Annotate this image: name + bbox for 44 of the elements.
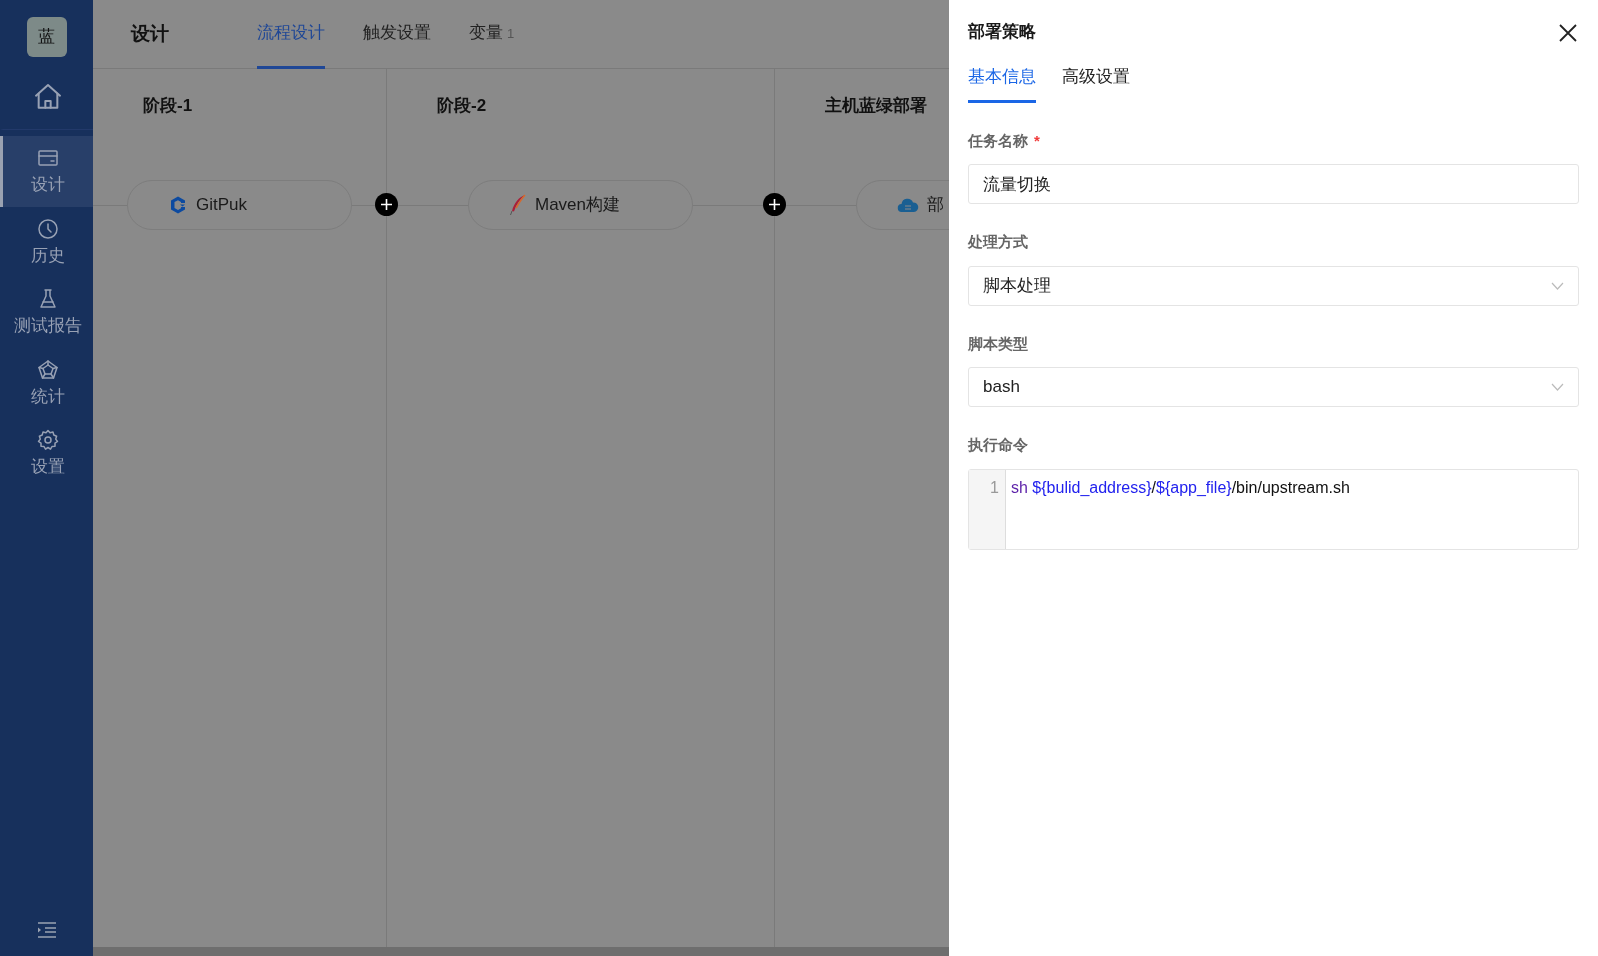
chevron-down-icon bbox=[1551, 383, 1564, 391]
feather-icon bbox=[509, 194, 527, 216]
stage-title: 阶段-1 bbox=[142, 95, 194, 117]
field-label: 任务名称 bbox=[968, 131, 1028, 149]
clock-icon bbox=[36, 216, 60, 241]
field-label: 处理方式 bbox=[968, 233, 1028, 250]
horizontal-scrollbar[interactable] bbox=[93, 947, 949, 956]
task-node[interactable]: GitPuk bbox=[127, 180, 352, 230]
input-field[interactable]: 流量切换 bbox=[968, 164, 1579, 204]
field-label: 执行命令 bbox=[968, 436, 1028, 453]
tab[interactable]: 触发设置 bbox=[363, 0, 431, 69]
git-logo-icon bbox=[168, 195, 188, 215]
sidebar-item[interactable]: 设计 bbox=[0, 136, 93, 207]
sidebar-item[interactable]: 历史 bbox=[0, 206, 93, 277]
stage-title: 阶段-2 bbox=[436, 95, 488, 117]
add-button[interactable] bbox=[375, 193, 398, 216]
pentagon-chart-icon bbox=[36, 357, 60, 382]
tab[interactable]: 流程设计 bbox=[257, 0, 325, 69]
chevron-down-icon bbox=[1551, 281, 1564, 290]
collapse-menu-icon[interactable] bbox=[35, 921, 58, 940]
line-number: 1 bbox=[969, 469, 1006, 549]
code-line: sh ${bulid_address}/${app_file}/bin/upstream.sh bbox=[1010, 477, 1351, 498]
sidebar-item[interactable]: 设置 bbox=[0, 418, 93, 489]
tab[interactable]: 高级设置 bbox=[1062, 64, 1130, 103]
cloud-icon bbox=[897, 197, 919, 213]
required-mark: * bbox=[1034, 131, 1040, 149]
select-field[interactable]: bash bbox=[968, 367, 1579, 407]
add-button[interactable] bbox=[763, 193, 786, 216]
close-button[interactable] bbox=[1557, 21, 1579, 43]
logo: 蓝 bbox=[26, 17, 67, 57]
task-node[interactable]: 部 bbox=[856, 180, 949, 230]
select-field[interactable]: 脚本处理 bbox=[968, 265, 1579, 306]
code-editor[interactable]: 1 sh ${bulid_address}/${app_file}/bin/upstream.sh bbox=[968, 468, 1579, 550]
plus-icon bbox=[381, 199, 392, 210]
tab[interactable]: 基本信息 bbox=[968, 64, 1036, 103]
sidebar-item[interactable]: 测试报告 bbox=[0, 277, 93, 348]
field-label: 脚本类型 bbox=[968, 334, 1028, 352]
plus-icon bbox=[769, 199, 780, 210]
stage-title: 主机蓝绿部署 bbox=[824, 95, 928, 117]
task-node[interactable]: Maven构建 bbox=[468, 180, 693, 230]
drawer-title: 部署策略 bbox=[968, 21, 1036, 44]
sidebar-item[interactable]: 统计 bbox=[0, 347, 93, 418]
page-title: 设计 bbox=[131, 21, 169, 46]
settings-icon bbox=[36, 428, 60, 452]
